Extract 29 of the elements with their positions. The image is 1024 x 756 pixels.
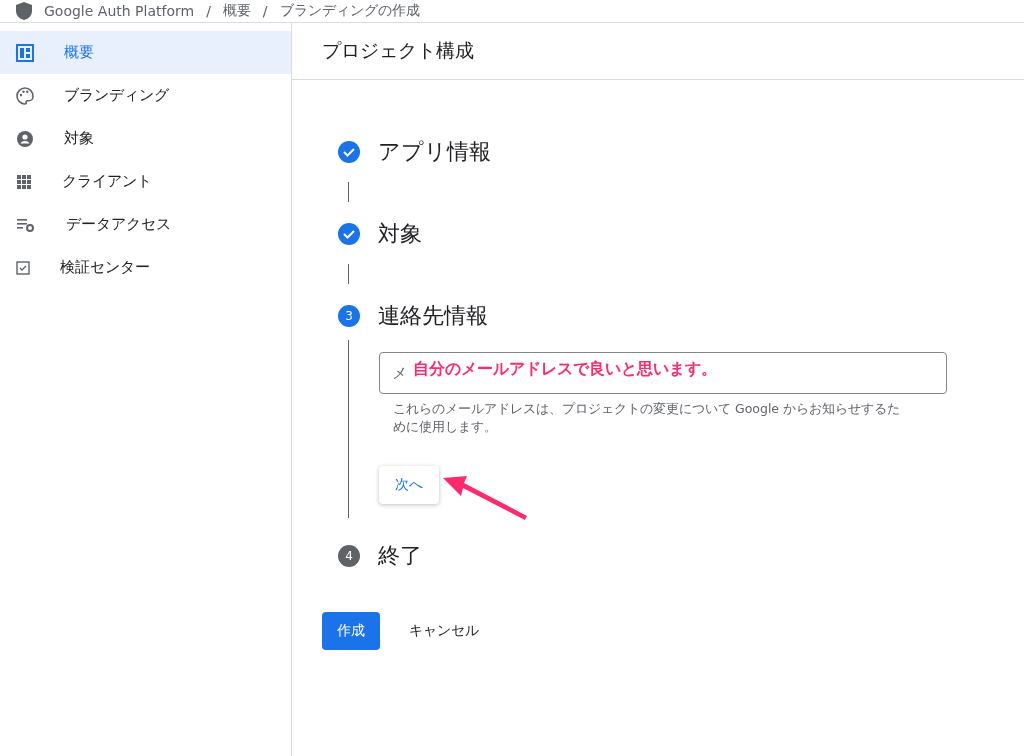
list-gear-icon [16, 216, 36, 233]
cancel-button[interactable]: キャンセル [394, 612, 494, 650]
grid-icon [16, 173, 32, 190]
step-number: 3 [338, 305, 360, 327]
step-title: 終了 [378, 542, 422, 570]
sidebar-item[interactable]: データアクセス [0, 203, 291, 246]
step-title: アプリ情報 [378, 138, 491, 166]
breadcrumb-separator: / [262, 3, 268, 19]
dashboard-icon [16, 43, 34, 62]
step-title: 対象 [378, 220, 422, 248]
annotation-text: 自分のメールアドレスで良いと思います。 [413, 359, 717, 380]
create-button[interactable]: 作成 [322, 612, 380, 650]
breadcrumb-separator: / [206, 3, 211, 19]
checkbox-icon [16, 260, 30, 275]
sidebar-item[interactable]: クライアント [0, 160, 291, 203]
breadcrumb-item[interactable]: 概要 [222, 2, 251, 20]
step-number: 4 [338, 545, 360, 567]
next-button[interactable]: 次へ [379, 466, 439, 504]
sidebar-item[interactable]: 概要 [0, 31, 291, 74]
palette-icon [16, 86, 34, 105]
step-title: 連絡先情報 [378, 302, 488, 330]
person-icon [16, 129, 34, 148]
sidebar-item[interactable]: 対象 [0, 117, 291, 160]
field-hint: これらのメールアドレスは、プロジェクトの変更について Google からお知らせするために使用します。 [393, 400, 902, 436]
page-title: プロジェクト構成 [322, 38, 474, 63]
product-name[interactable]: Google Auth Platform [44, 3, 195, 19]
sidebar-item[interactable]: 検証センター [0, 246, 291, 289]
sidebar-item[interactable]: ブランディング [0, 74, 291, 117]
breadcrumb-item[interactable]: ブランディングの作成 [279, 2, 420, 20]
